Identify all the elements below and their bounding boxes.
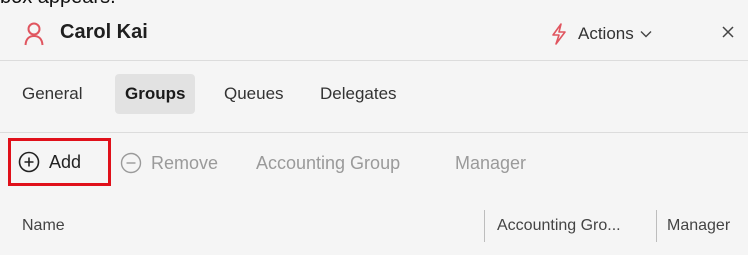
remove-circle-icon [120,152,142,174]
column-divider [484,210,485,242]
actions-label: Actions [578,24,634,43]
column-divider [656,210,657,242]
actions-menu-button[interactable]: Actions [550,20,652,48]
column-name[interactable]: Name [22,206,462,246]
close-icon[interactable] [718,22,738,42]
manager-button[interactable]: Manager [455,151,526,175]
remove-button[interactable]: Remove [120,151,218,175]
tabs-divider [0,132,748,133]
toolbar: Add Remove Accounting Group Manager [0,138,748,188]
tab-groups[interactable]: Groups [115,74,196,114]
chevron-down-icon [640,31,652,38]
instruction-caption: box appears. [0,0,116,10]
lightning-bolt-icon [552,23,566,45]
add-circle-icon [18,151,40,173]
panel-header: Carol Kai Actions [0,10,748,60]
tab-queues[interactable]: Queues [224,74,284,114]
accounting-group-button[interactable]: Accounting Group [256,151,400,175]
contact-panel: Carol Kai Actions General Groups Queues … [0,10,748,255]
table-header: Name Accounting Gro... Manager [0,206,748,246]
tab-general[interactable]: General [22,74,82,114]
person-icon [24,22,44,46]
tab-delegates[interactable]: Delegates [320,74,397,114]
add-button[interactable]: Add [8,138,111,186]
page-title: Carol Kai [60,21,148,43]
column-manager[interactable]: Manager [667,206,745,246]
column-accounting-group[interactable]: Accounting Gro... [497,206,652,246]
remove-label: Remove [151,152,219,173]
add-label: Add [49,151,82,172]
header-divider [0,60,748,61]
